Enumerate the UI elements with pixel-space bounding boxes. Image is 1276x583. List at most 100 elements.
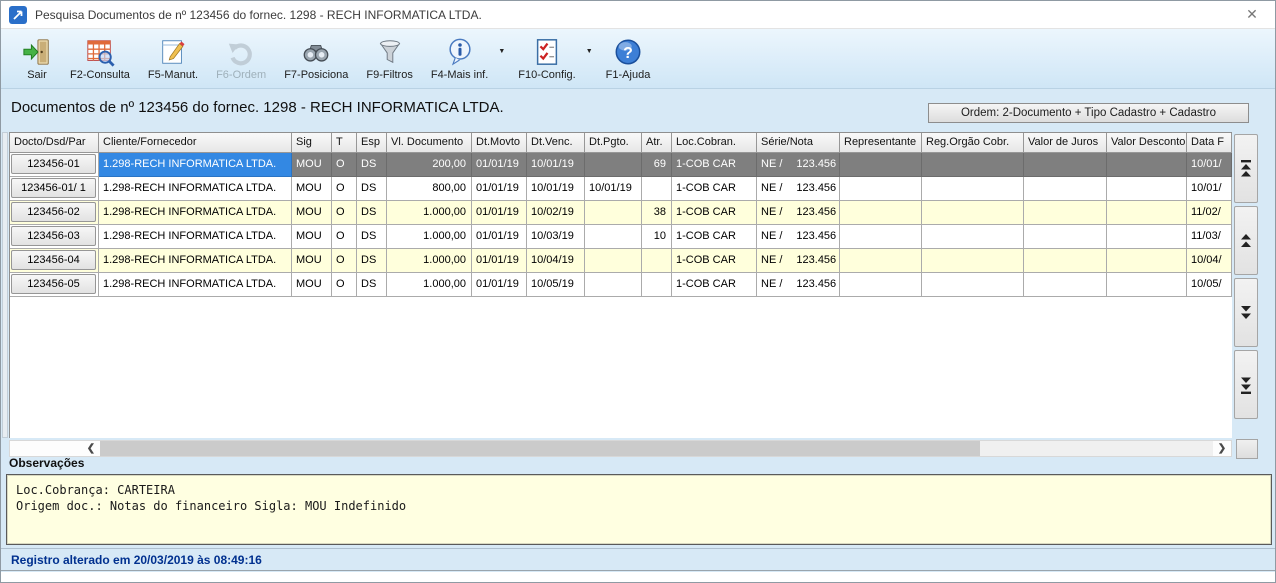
f10-config-dropdown-arrow-icon[interactable]: ▼ bbox=[586, 48, 593, 55]
table-row[interactable]: 123456-031.298-RECH INFORMATICA LTDA.MOU… bbox=[10, 225, 1232, 249]
go-last-button[interactable] bbox=[1234, 350, 1258, 419]
cell-sig: MOU bbox=[292, 249, 332, 273]
hscroll-corner-button[interactable] bbox=[1236, 439, 1258, 459]
column-header[interactable]: Reg.Orgão Cobr. bbox=[922, 133, 1024, 153]
cell-dataf: 11/02/ bbox=[1187, 201, 1232, 225]
hscroll-thumb[interactable] bbox=[100, 441, 980, 456]
window-title: Pesquisa Documentos de nº 123456 do forn… bbox=[35, 8, 1237, 22]
cell-dataf: 11/03/ bbox=[1187, 225, 1232, 249]
column-header[interactable]: Série/Nota bbox=[757, 133, 840, 153]
docto-label: 123456-05 bbox=[11, 274, 96, 294]
row-header-cell[interactable]: 123456-03 bbox=[10, 225, 99, 249]
column-header[interactable]: Valor Desconto bbox=[1107, 133, 1187, 153]
toolbar-f6-ordem-label: F6-Ordem bbox=[216, 69, 266, 81]
observacoes-textarea[interactable]: Loc.Cobrança: CARTEIRA Origem doc.: Nota… bbox=[6, 474, 1272, 545]
cell-esp: DS bbox=[357, 153, 387, 177]
cell-movto: 01/01/19 bbox=[472, 225, 527, 249]
toolbar-f9-filtros-button[interactable]: F9-Filtros bbox=[357, 34, 421, 83]
order-button[interactable]: Ordem: 2-Documento + Tipo Cadastro + Cad… bbox=[928, 103, 1249, 123]
table-body: 123456-011.298-RECH INFORMATICA LTDA.MOU… bbox=[10, 153, 1232, 297]
column-header[interactable]: T bbox=[332, 133, 357, 153]
content-panel: Documentos de nº 123456 do fornec. 1298 … bbox=[1, 89, 1275, 583]
column-header[interactable]: Cliente/Fornecedor bbox=[99, 133, 292, 153]
hscroll-track[interactable] bbox=[980, 441, 1213, 456]
svg-text:?: ? bbox=[623, 45, 633, 62]
cell-representante bbox=[840, 225, 922, 249]
cell-movto: 01/01/19 bbox=[472, 273, 527, 297]
cell-reg bbox=[922, 273, 1024, 297]
cell-serie: NE /123.456 bbox=[757, 225, 840, 249]
column-header[interactable]: Esp bbox=[357, 133, 387, 153]
table-row[interactable]: 123456-011.298-RECH INFORMATICA LTDA.MOU… bbox=[10, 153, 1232, 177]
column-header[interactable]: Vl. Documento bbox=[387, 133, 472, 153]
column-header[interactable]: Dt.Venc. bbox=[527, 133, 585, 153]
cell-vl: 1.000,00 bbox=[387, 249, 472, 273]
cell-dataf: 10/01/ bbox=[1187, 153, 1232, 177]
cell-representante bbox=[840, 249, 922, 273]
cell-serie: NE /123.456 bbox=[757, 273, 840, 297]
scroll-left-icon[interactable]: ❮ bbox=[82, 441, 100, 456]
scroll-right-icon[interactable]: ❯ bbox=[1213, 441, 1231, 456]
page-down-button[interactable] bbox=[1234, 278, 1258, 347]
cell-pgto bbox=[585, 249, 642, 273]
toolbar-f4-mais-inf-button[interactable]: F4-Mais inf. bbox=[422, 34, 497, 83]
app-window: Pesquisa Documentos de nº 123456 do forn… bbox=[0, 0, 1276, 583]
go-first-button[interactable] bbox=[1234, 134, 1258, 203]
cell-t: O bbox=[332, 177, 357, 201]
toolbar-sair-button[interactable]: Sair bbox=[13, 34, 61, 83]
cell-serie: NE /123.456 bbox=[757, 249, 840, 273]
row-header-cell[interactable]: 123456-02 bbox=[10, 201, 99, 225]
toolbar-f5-manut-button[interactable]: F5-Manut. bbox=[139, 34, 207, 83]
column-header[interactable]: Loc.Cobran. bbox=[672, 133, 757, 153]
cell-pgto bbox=[585, 153, 642, 177]
cell-vl: 1.000,00 bbox=[387, 273, 472, 297]
title-bar: Pesquisa Documentos de nº 123456 do forn… bbox=[1, 1, 1275, 29]
row-header-cell[interactable]: 123456-01/ 1 bbox=[10, 177, 99, 201]
cell-desconto bbox=[1107, 225, 1187, 249]
cell-juros bbox=[1024, 249, 1107, 273]
cell-esp: DS bbox=[357, 177, 387, 201]
row-header-cell[interactable]: 123456-04 bbox=[10, 249, 99, 273]
close-icon[interactable]: ✕ bbox=[1237, 6, 1267, 23]
documents-grid: Docto/Dsd/ParCliente/FornecedorSigTEspVl… bbox=[9, 132, 1232, 438]
observacoes-line: Loc.Cobrança: CARTEIRA bbox=[16, 482, 1262, 498]
horizontal-scrollbar[interactable]: ❮ ❯ bbox=[9, 440, 1232, 457]
cell-vl: 200,00 bbox=[387, 153, 472, 177]
column-header[interactable]: Valor de Juros bbox=[1024, 133, 1107, 153]
cell-desconto bbox=[1107, 249, 1187, 273]
toolbar-f10-config-button[interactable]: F10-Config. bbox=[509, 34, 584, 83]
table-search-icon bbox=[85, 37, 115, 67]
f4-mais-inf-dropdown-arrow-icon[interactable]: ▼ bbox=[498, 48, 505, 55]
table-row[interactable]: 123456-01/ 11.298-RECH INFORMATICA LTDA.… bbox=[10, 177, 1232, 201]
column-header[interactable]: Dt.Pgto. bbox=[585, 133, 642, 153]
table-row[interactable]: 123456-021.298-RECH INFORMATICA LTDA.MOU… bbox=[10, 201, 1232, 225]
column-header[interactable]: Atr. bbox=[642, 133, 672, 153]
column-header[interactable]: Dt.Movto bbox=[472, 133, 527, 153]
column-header[interactable]: Representante bbox=[840, 133, 922, 153]
cell-atr bbox=[642, 249, 672, 273]
toolbar-sair-label: Sair bbox=[27, 69, 47, 81]
table-row[interactable]: 123456-041.298-RECH INFORMATICA LTDA.MOU… bbox=[10, 249, 1232, 273]
cell-dataf: 10/01/ bbox=[1187, 177, 1232, 201]
cell-movto: 01/01/19 bbox=[472, 153, 527, 177]
toolbar-f1-ajuda-button[interactable]: ?F1-Ajuda bbox=[597, 34, 660, 83]
table-row[interactable]: 123456-051.298-RECH INFORMATICA LTDA.MOU… bbox=[10, 273, 1232, 297]
cell-representante bbox=[840, 153, 922, 177]
cell-representante bbox=[840, 273, 922, 297]
row-header-cell[interactable]: 123456-05 bbox=[10, 273, 99, 297]
column-header[interactable]: Sig bbox=[292, 133, 332, 153]
column-header[interactable]: Data F bbox=[1187, 133, 1232, 153]
docto-label: 123456-03 bbox=[11, 226, 96, 246]
toolbar-f2-consulta-button[interactable]: F2-Consulta bbox=[61, 34, 139, 83]
cell-dataf: 10/04/ bbox=[1187, 249, 1232, 273]
cell-loc: 1-COB CAR bbox=[672, 249, 757, 273]
cell-atr: 69 bbox=[642, 153, 672, 177]
cell-movto: 01/01/19 bbox=[472, 201, 527, 225]
cell-reg bbox=[922, 153, 1024, 177]
column-header[interactable]: Docto/Dsd/Par bbox=[10, 133, 99, 153]
toolbar-f7-posiciona-label: F7-Posiciona bbox=[284, 69, 348, 81]
binoculars-icon bbox=[301, 37, 331, 67]
toolbar-f7-posiciona-button[interactable]: F7-Posiciona bbox=[275, 34, 357, 83]
page-up-button[interactable] bbox=[1234, 206, 1258, 275]
row-header-cell[interactable]: 123456-01 bbox=[10, 153, 99, 177]
